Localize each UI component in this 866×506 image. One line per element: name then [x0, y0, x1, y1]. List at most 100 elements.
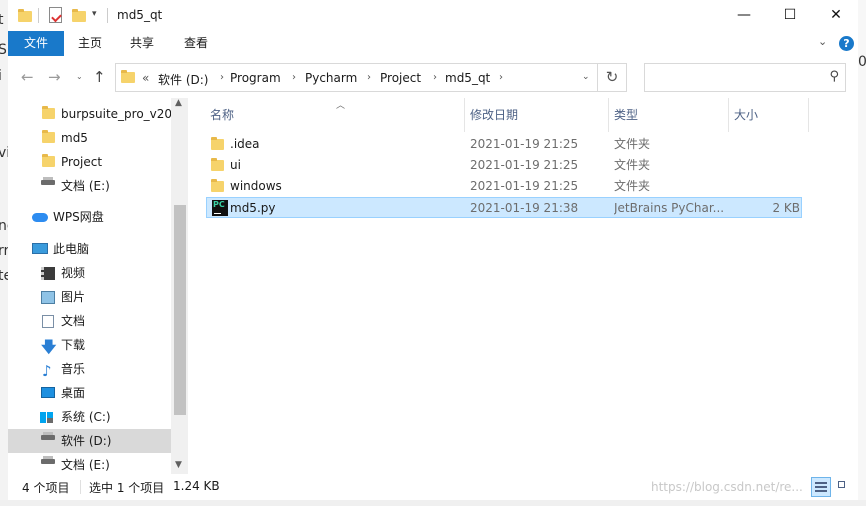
- forward-arrow-icon[interactable]: →: [48, 68, 61, 86]
- breadcrumb-overflow[interactable]: «: [142, 71, 149, 85]
- large-icons-view-button[interactable]: [834, 477, 854, 497]
- search-icon[interactable]: ⚲: [829, 69, 839, 84]
- breadcrumb-separator-icon[interactable]: ›: [292, 72, 296, 83]
- table-row-selected[interactable]: PC md5.py 2021-01-19 21:38 JetBrains PyC…: [206, 197, 802, 218]
- nav-item-label: 下载: [61, 338, 86, 352]
- file-date: 2021-01-19 21:25: [470, 158, 579, 172]
- background-window-left-edge: tSi vinerrte: [0, 0, 8, 506]
- back-arrow-icon[interactable]: ←: [21, 68, 34, 86]
- refresh-button[interactable]: ↻: [598, 63, 627, 92]
- nav-item-this-pc[interactable]: 此电脑: [8, 237, 171, 261]
- nav-item-label: 音乐: [61, 362, 86, 376]
- nav-scrollbar-thumb[interactable]: [174, 205, 186, 415]
- nav-item-label: 此电脑: [53, 242, 90, 256]
- new-folder-icon[interactable]: [72, 9, 86, 22]
- details-view-button[interactable]: [811, 477, 831, 497]
- computer-icon: [32, 243, 48, 254]
- column-divider[interactable]: [808, 98, 809, 132]
- nav-item-drive-e-quick[interactable]: 文档 (E:): [8, 174, 171, 198]
- nav-item-documents[interactable]: 文档: [8, 309, 171, 333]
- column-header-date[interactable]: 修改日期: [470, 98, 518, 132]
- drive-icon: [41, 432, 55, 440]
- nav-item-label: Project: [61, 155, 103, 169]
- column-header-name[interactable]: 名称: [210, 98, 234, 132]
- help-icon[interactable]: ?: [839, 36, 854, 51]
- breadcrumb-drive[interactable]: 软件 (D:): [158, 71, 208, 88]
- file-type: 文件夹: [614, 179, 651, 193]
- tab-home[interactable]: 主页: [78, 31, 102, 56]
- file-type: 文件夹: [614, 158, 651, 172]
- large-icons-view-icon: [838, 481, 845, 488]
- address-bar[interactable]: « 软件 (D:) › Program › Pycharm › Project …: [115, 63, 598, 92]
- column-divider[interactable]: [464, 98, 465, 132]
- nav-item-videos[interactable]: 视频: [8, 261, 171, 285]
- desktop-background: [0, 500, 866, 506]
- file-size: 2 KB: [772, 201, 800, 215]
- nav-item-md5[interactable]: md5: [8, 126, 171, 150]
- tab-share[interactable]: 共享: [130, 31, 154, 56]
- address-dropdown-chevron-icon[interactable]: ⌄: [582, 72, 590, 82]
- divider: [107, 8, 108, 23]
- nav-item-music[interactable]: ♪ 音乐: [8, 357, 171, 381]
- nav-item-burpsuite[interactable]: burpsuite_pro_v202: [8, 102, 171, 126]
- video-icon: [41, 267, 55, 280]
- nav-item-drive-c[interactable]: 系统 (C:): [8, 405, 171, 429]
- column-header-type[interactable]: 类型: [614, 98, 638, 132]
- table-row[interactable]: windows 2021-01-19 21:25 文件夹: [206, 176, 802, 197]
- table-row[interactable]: ui 2021-01-19 21:25 文件夹: [206, 155, 802, 176]
- nav-item-wps-cloud[interactable]: WPS网盘: [8, 205, 171, 229]
- ribbon: 文件 主页 共享 查看 ⌄ ?: [8, 31, 858, 56]
- breadcrumb-project[interactable]: Project: [380, 71, 421, 85]
- recent-locations-chevron-icon[interactable]: ⌄: [76, 72, 83, 81]
- quick-access-dropdown-icon[interactable]: ▾: [92, 9, 97, 19]
- close-button[interactable]: ✕: [813, 0, 858, 31]
- background-window-right-edge: 0: [858, 0, 866, 506]
- breadcrumb-pycharm[interactable]: Pycharm: [305, 71, 357, 85]
- file-name: ui: [230, 158, 241, 172]
- nav-item-drive-d[interactable]: 软件 (D:): [8, 429, 171, 453]
- breadcrumb-separator-icon[interactable]: ›: [433, 72, 437, 83]
- column-header-size[interactable]: 大小: [734, 98, 758, 132]
- drive-icon: [41, 456, 55, 464]
- breadcrumb-separator-icon[interactable]: ›: [499, 72, 503, 83]
- folder-icon: [18, 9, 32, 22]
- pycharm-file-icon: PC: [212, 200, 228, 216]
- status-bar: 4 个项目 选中 1 个项目 1.24 KB https://blog.csdn…: [8, 474, 858, 500]
- column-divider[interactable]: [728, 98, 729, 132]
- file-name: .idea: [230, 137, 260, 151]
- breadcrumb-separator-icon[interactable]: ›: [220, 72, 224, 83]
- search-box[interactable]: ⚲: [644, 63, 846, 92]
- minimize-button[interactable]: —: [721, 0, 767, 31]
- folder-icon: [42, 154, 55, 167]
- divider: [80, 480, 81, 494]
- scroll-down-arrow-icon[interactable]: ▼: [175, 460, 182, 470]
- nav-item-downloads[interactable]: 🡇 下载: [8, 333, 171, 357]
- nav-item-label: 文档: [61, 314, 86, 328]
- column-divider[interactable]: [608, 98, 609, 132]
- watermark-text: https://blog.csdn.net/re...: [651, 480, 803, 494]
- folder-icon: [42, 106, 55, 119]
- up-arrow-icon[interactable]: ↑: [93, 68, 106, 86]
- nav-item-drive-e[interactable]: 文档 (E:): [8, 453, 171, 474]
- properties-icon[interactable]: [49, 7, 62, 23]
- search-input[interactable]: [649, 68, 823, 89]
- maximize-button[interactable]: ☐: [767, 0, 813, 31]
- expand-ribbon-chevron-icon[interactable]: ⌄: [818, 35, 827, 48]
- nav-item-project[interactable]: Project: [8, 150, 171, 174]
- tab-file[interactable]: 文件: [8, 31, 64, 56]
- tab-view[interactable]: 查看: [184, 31, 208, 56]
- folder-icon: [211, 137, 224, 150]
- documents-icon: [42, 315, 54, 328]
- breadcrumb-separator-icon[interactable]: ›: [367, 72, 371, 83]
- breadcrumb-current[interactable]: md5_qt: [445, 71, 490, 85]
- cloud-icon: [32, 213, 48, 222]
- nav-item-label: 文档 (E:): [61, 458, 110, 472]
- scroll-up-arrow-icon[interactable]: ▲: [175, 98, 182, 108]
- nav-item-desktop[interactable]: 桌面: [8, 381, 171, 405]
- nav-item-pictures[interactable]: 图片: [8, 285, 171, 309]
- selection-size: 1.24 KB: [173, 479, 220, 493]
- download-icon: 🡇: [41, 338, 57, 356]
- table-row[interactable]: .idea 2021-01-19 21:25 文件夹: [206, 134, 802, 155]
- breadcrumb-program[interactable]: Program: [230, 71, 281, 85]
- pictures-icon: [41, 291, 55, 304]
